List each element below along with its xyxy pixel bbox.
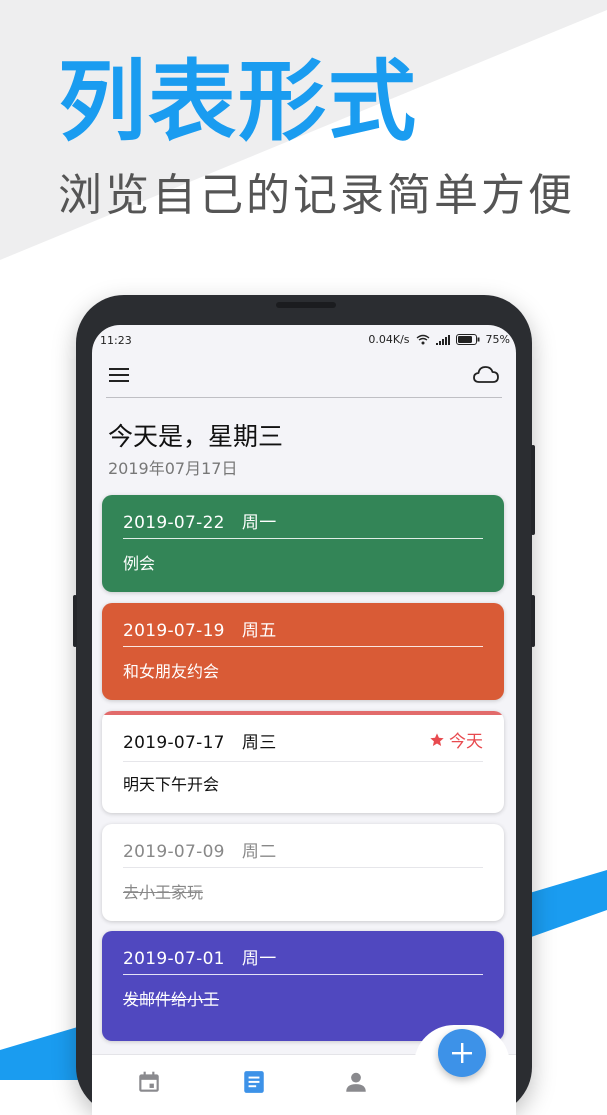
- today-date: 2019年07月17日: [108, 459, 238, 478]
- phone-volume-button: [531, 445, 535, 535]
- add-entry-button[interactable]: [438, 1029, 486, 1077]
- phone-side-button: [73, 595, 77, 647]
- calendar-icon[interactable]: [136, 1069, 162, 1095]
- network-speed: 0.04K/s: [368, 333, 410, 346]
- status-indicators: 0.04K/s 75%: [368, 333, 510, 346]
- entry-text: 去小王家玩: [123, 883, 204, 902]
- phone-power-button: [531, 595, 535, 647]
- entry-card[interactable]: 2019-07-19 周五 和女朋友约会: [102, 603, 504, 700]
- plus-icon: [452, 1043, 472, 1063]
- entry-card[interactable]: 2019-07-09 周二 去小王家玩: [102, 824, 504, 921]
- entry-date: 2019-07-19 周五: [123, 621, 277, 641]
- star-icon: [430, 732, 444, 746]
- entry-text: 发邮件给小王: [123, 990, 220, 1009]
- promo-subline: 浏览自己的记录简单方便: [58, 170, 575, 221]
- entry-date: 2019-07-09 周二: [123, 842, 277, 862]
- app-bar: [92, 353, 516, 397]
- phone-speaker: [276, 302, 336, 308]
- entry-divider: [123, 867, 483, 868]
- list-icon[interactable]: [241, 1069, 267, 1095]
- today-greeting: 今天是，星期三: [108, 422, 284, 451]
- battery-icon: [455, 334, 480, 345]
- entry-card[interactable]: 2019-07-01 周一 发邮件给小王: [102, 931, 504, 1041]
- entry-divider: [123, 974, 483, 975]
- app-bar-divider: [106, 397, 502, 398]
- entry-text: 明天下午开会: [123, 775, 220, 794]
- status-time: 11:23: [100, 334, 132, 347]
- today-badge: 今天: [429, 727, 483, 752]
- promo-headline: 列表形式: [58, 50, 419, 153]
- entry-divider: [123, 646, 483, 647]
- phone-frame: 11:23 0.04K/s 75% 今天是，星期三 2019年07月17日 20…: [73, 295, 535, 1115]
- cloud-icon[interactable]: [472, 361, 500, 389]
- entry-card[interactable]: 2019-07-22 周一 例会: [102, 495, 504, 592]
- status-bar: 11:23 0.04K/s 75%: [92, 325, 516, 353]
- menu-icon[interactable]: [106, 361, 134, 389]
- entry-accent-strip: [102, 711, 504, 715]
- entry-date: 2019-07-01 周一: [123, 949, 277, 969]
- entry-divider: [123, 761, 483, 762]
- app-screen: 11:23 0.04K/s 75% 今天是，星期三 2019年07月17日 20…: [92, 325, 516, 1115]
- entry-date: 2019-07-22 周一: [123, 513, 277, 533]
- entry-date: 2019-07-17 周三: [123, 733, 277, 753]
- entry-card-today[interactable]: 2019-07-17 周三 今天 明天下午开会: [102, 711, 504, 813]
- entry-text: 例会: [123, 554, 156, 573]
- battery-level: 75%: [485, 333, 510, 346]
- signal-icon: [435, 334, 450, 345]
- person-icon[interactable]: [343, 1069, 369, 1095]
- wifi-icon: [416, 334, 429, 345]
- entry-divider: [123, 538, 483, 539]
- entry-text: 和女朋友约会: [123, 662, 220, 681]
